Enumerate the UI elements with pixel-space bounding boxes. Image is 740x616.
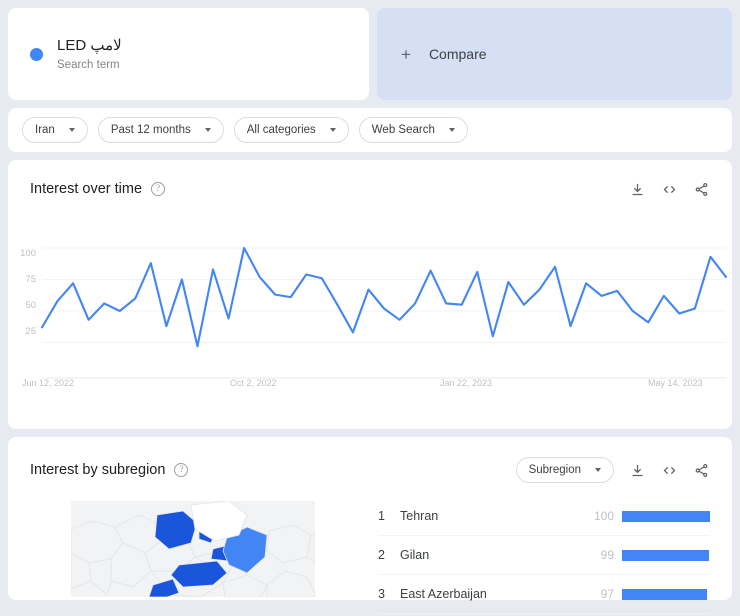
table-row[interactable]: 1 Tehran 100 — [378, 497, 710, 536]
compare-label: Compare — [428, 46, 487, 62]
search-term-label: لامپ LED — [57, 36, 122, 54]
rank-region-name: Gilan — [400, 548, 430, 562]
interest-over-time-chart[interactable]: 100 75 50 25 Jun 12, 2022 Oct 2, 2022 Ja… — [8, 198, 732, 410]
search-type-filter-label: Web Search — [371, 124, 435, 136]
interest-by-subregion-card: Interest by subregion ? Subregion 1 Tehr… — [8, 437, 732, 614]
time-filter-label: Past 12 months — [110, 124, 191, 136]
subregion-actions: Subregion — [515, 457, 710, 483]
trends-page: لامپ LED Search term + Compare Iran Past… — [0, 0, 740, 616]
choropleth-map[interactable] — [71, 501, 315, 597]
region-filter-label: Iran — [35, 124, 55, 136]
category-filter[interactable]: All categories — [233, 117, 349, 143]
interest-over-time-card: Interest over time ? 100 75 50 25 Jun 12… — [8, 160, 732, 429]
chevron-down-icon — [204, 128, 211, 132]
table-row[interactable]: 2 Gilan 99 — [378, 536, 710, 575]
rank-bar-track — [622, 510, 710, 522]
search-type-filter[interactable]: Web Search — [358, 117, 468, 143]
chevron-down-icon — [329, 128, 336, 132]
rank-region-name: Tehran — [400, 509, 439, 523]
subregion-ranking-list: 1 Tehran 100 2 Gilan 99 3 East Azerbaija… — [378, 497, 732, 614]
chevron-down-icon — [595, 468, 601, 472]
rank-bar — [622, 549, 710, 561]
rank-region-name: East Azerbaijan — [400, 587, 487, 601]
rank-bar — [622, 510, 710, 522]
download-icon[interactable] — [628, 180, 646, 198]
subregion-title: Interest by subregion — [30, 462, 166, 478]
embed-icon[interactable] — [660, 180, 678, 198]
search-terms-row: لامپ LED Search term + Compare — [0, 0, 740, 100]
category-filter-label: All categories — [246, 124, 316, 136]
search-term-card[interactable]: لامپ LED Search term — [8, 8, 369, 100]
subregion-dropdown-label: Subregion — [528, 464, 581, 476]
rank-bar — [622, 588, 708, 600]
help-icon[interactable]: ? — [151, 182, 166, 196]
rank-value: 100 — [593, 509, 614, 523]
map-column — [8, 497, 378, 603]
help-icon[interactable]: ? — [174, 463, 189, 477]
map-svg — [71, 501, 315, 597]
table-row[interactable]: 3 East Azerbaijan 97 — [378, 575, 710, 614]
rank-value: 97 — [600, 587, 614, 601]
search-term-text: لامپ LED Search term — [57, 36, 122, 73]
plus-icon: + — [401, 44, 411, 64]
share-icon[interactable] — [692, 461, 710, 479]
chart-line — [40, 246, 728, 348]
chart-plot — [40, 246, 728, 379]
interest-by-subregion-header: Interest by subregion ? Subregion — [8, 437, 732, 483]
filter-bar: Iran Past 12 months All categories Web S… — [8, 108, 732, 152]
interest-over-time-header: Interest over time ? — [8, 160, 732, 198]
rank-number: 1 — [378, 509, 385, 523]
subregion-dropdown[interactable]: Subregion — [515, 457, 614, 483]
series-color-dot — [30, 47, 43, 61]
time-filter[interactable]: Past 12 months — [97, 117, 224, 143]
chevron-down-icon — [68, 128, 75, 132]
download-icon[interactable] — [628, 461, 646, 479]
subregion-body: 1 Tehran 100 2 Gilan 99 3 East Azerbaija… — [8, 483, 732, 614]
region-filter[interactable]: Iran — [22, 117, 88, 143]
page-title: Interest over time — [30, 181, 143, 197]
chevron-down-icon — [448, 128, 455, 132]
embed-icon[interactable] — [660, 461, 678, 479]
rank-bar-track — [622, 588, 710, 600]
compare-button[interactable]: + Compare — [377, 8, 732, 100]
rank-number: 3 — [378, 587, 385, 601]
rank-value: 99 — [600, 548, 614, 562]
share-icon[interactable] — [692, 180, 710, 198]
rank-number: 2 — [378, 548, 385, 562]
search-term-type: Search term — [57, 58, 120, 71]
rank-bar-track — [622, 549, 710, 561]
interest-over-time-actions — [628, 180, 710, 198]
